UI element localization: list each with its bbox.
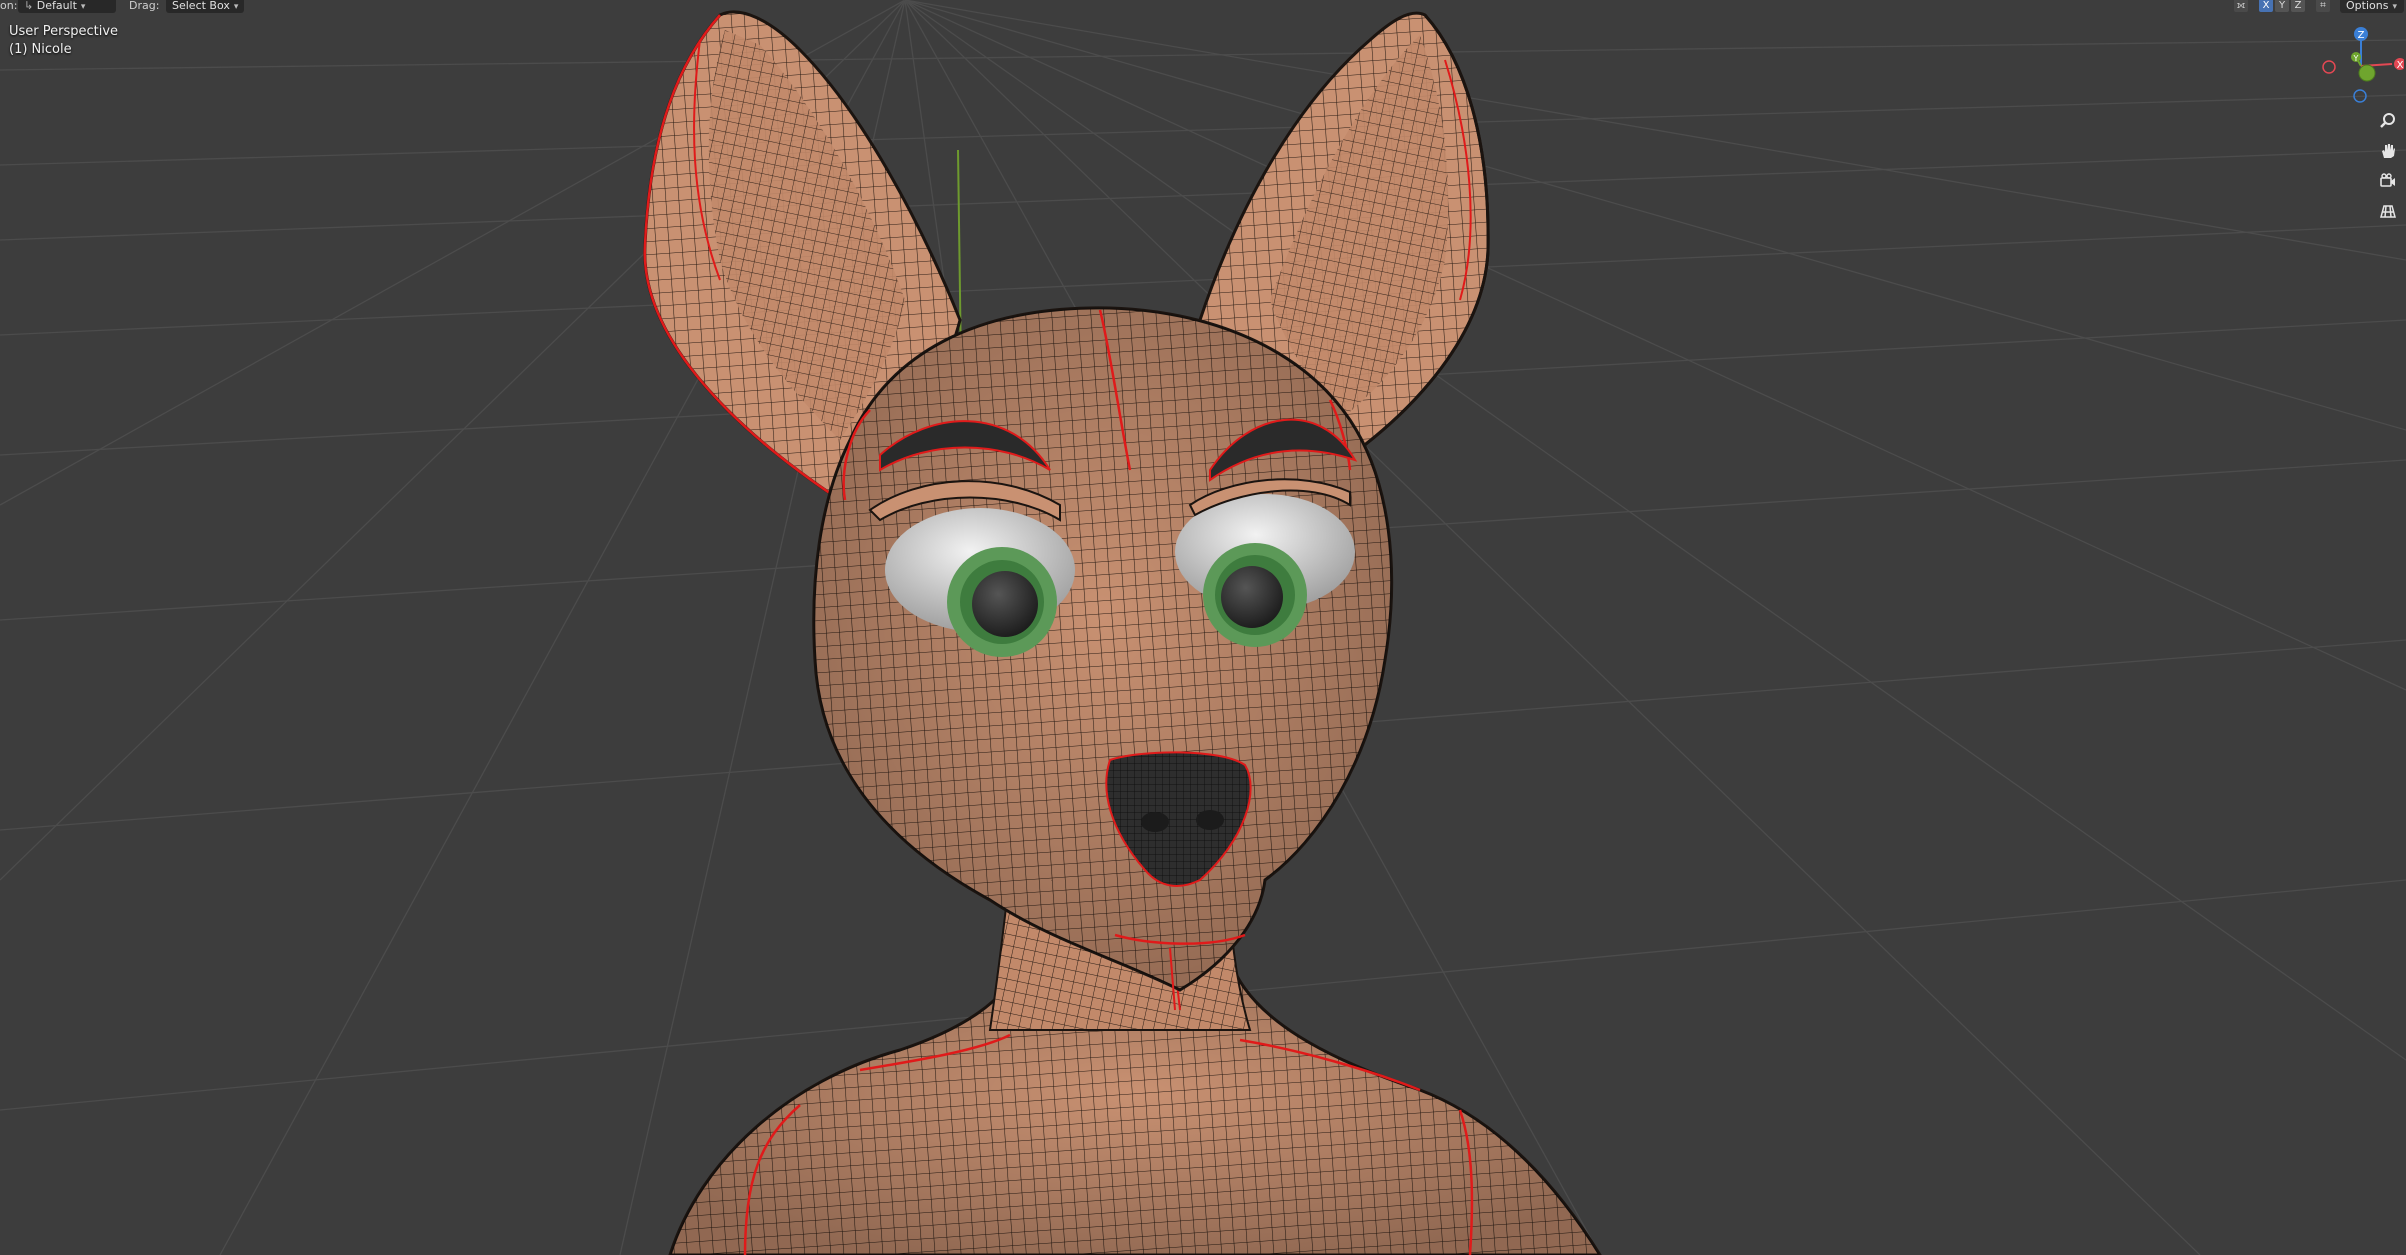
head-mesh [812,306,1394,992]
drag-label: Drag: [129,0,160,12]
gizmo-z-label: Z [2358,30,2365,41]
drag-value: Select Box [172,0,230,12]
view-name: User Perspective [9,24,119,39]
orientation-icon: ↳ [24,0,37,12]
gizmo-axes: Z X Y [2322,27,2406,103]
orientation-label: on: [0,0,18,12]
axis-x-toggle[interactable]: X [2259,0,2273,12]
axis-z-toggle[interactable]: Z [2291,0,2305,12]
options-label: Options [2346,0,2389,12]
drag-dropdown[interactable]: Select Box ▾ [166,0,244,13]
pan-hand-icon[interactable] [2375,138,2401,164]
orientation-value: Default [36,0,77,12]
navigation-gizmo[interactable]: Z X Y [2320,22,2406,106]
gizmo-x-label: X [2397,60,2404,71]
grid-ortho-icon[interactable] [2375,198,2401,224]
orientation-dropdown[interactable]: ↳ Default ▾ [18,0,116,13]
mirror-icon[interactable]: ⟗ [2234,0,2248,12]
axis-y-toggle[interactable]: Y [2275,0,2289,12]
camera-view-icon[interactable] [2375,168,2401,194]
chevron-down-icon: ▾ [2392,2,2397,12]
snap-icon[interactable]: ⌗ [2316,0,2330,12]
chevron-down-icon: ▾ [80,2,86,12]
gizmo-y-label: Y [2353,54,2359,63]
3d-viewport[interactable]: User Perspective (1) Nicole [0,0,2406,1255]
options-dropdown[interactable]: Options ▾ [2340,0,2404,13]
chevron-down-icon: ▾ [233,2,239,12]
object-name: (1) Nicole [9,42,72,57]
viewport-canvas [0,0,2406,1255]
zoom-icon[interactable] [2375,108,2401,134]
